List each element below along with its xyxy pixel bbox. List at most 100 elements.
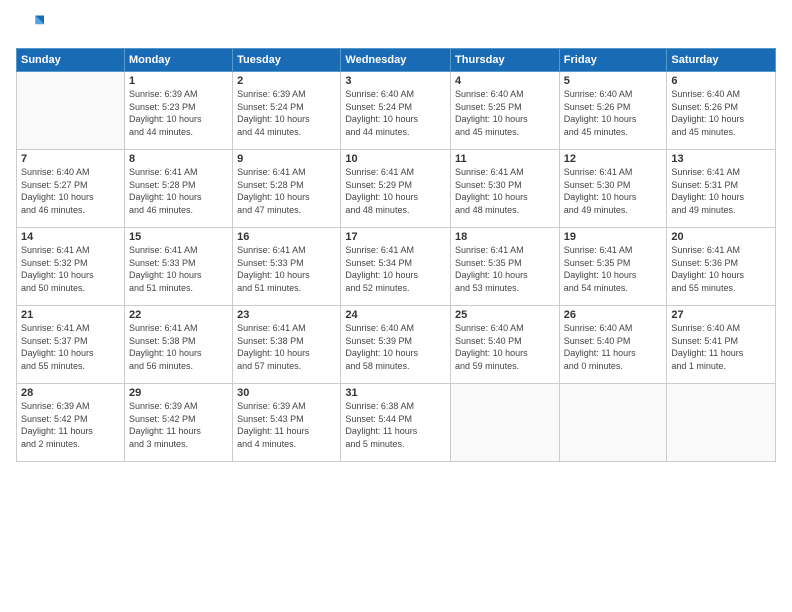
calendar-week-4: 21Sunrise: 6:41 AM Sunset: 5:37 PM Dayli… (17, 306, 776, 384)
day-number: 18 (455, 231, 555, 243)
day-info: Sunrise: 6:41 AM Sunset: 5:33 PM Dayligh… (129, 244, 228, 294)
calendar-cell: 17Sunrise: 6:41 AM Sunset: 5:34 PM Dayli… (341, 228, 451, 306)
calendar-cell (17, 72, 125, 150)
calendar-cell: 15Sunrise: 6:41 AM Sunset: 5:33 PM Dayli… (124, 228, 232, 306)
calendar-cell (559, 384, 667, 462)
calendar-cell: 31Sunrise: 6:38 AM Sunset: 5:44 PM Dayli… (341, 384, 451, 462)
logo-icon (16, 12, 44, 40)
day-header-monday: Monday (124, 49, 232, 72)
calendar-week-5: 28Sunrise: 6:39 AM Sunset: 5:42 PM Dayli… (17, 384, 776, 462)
day-number: 12 (564, 153, 663, 165)
calendar-cell: 28Sunrise: 6:39 AM Sunset: 5:42 PM Dayli… (17, 384, 125, 462)
day-header-friday: Friday (559, 49, 667, 72)
day-info: Sunrise: 6:40 AM Sunset: 5:39 PM Dayligh… (345, 322, 446, 372)
day-number: 28 (21, 387, 120, 399)
day-number: 2 (237, 75, 336, 87)
logo (16, 12, 48, 40)
day-number: 27 (671, 309, 771, 321)
day-number: 6 (671, 75, 771, 87)
day-info: Sunrise: 6:40 AM Sunset: 5:26 PM Dayligh… (564, 88, 663, 138)
day-info: Sunrise: 6:41 AM Sunset: 5:35 PM Dayligh… (455, 244, 555, 294)
day-number: 30 (237, 387, 336, 399)
calendar-header-row: SundayMondayTuesdayWednesdayThursdayFrid… (17, 49, 776, 72)
calendar-body: 1Sunrise: 6:39 AM Sunset: 5:23 PM Daylig… (17, 72, 776, 462)
calendar-cell: 16Sunrise: 6:41 AM Sunset: 5:33 PM Dayli… (233, 228, 341, 306)
day-number: 10 (345, 153, 446, 165)
day-info: Sunrise: 6:41 AM Sunset: 5:32 PM Dayligh… (21, 244, 120, 294)
calendar-cell: 18Sunrise: 6:41 AM Sunset: 5:35 PM Dayli… (451, 228, 560, 306)
day-number: 14 (21, 231, 120, 243)
day-info: Sunrise: 6:41 AM Sunset: 5:38 PM Dayligh… (129, 322, 228, 372)
day-info: Sunrise: 6:41 AM Sunset: 5:28 PM Dayligh… (237, 166, 336, 216)
calendar-cell: 30Sunrise: 6:39 AM Sunset: 5:43 PM Dayli… (233, 384, 341, 462)
day-number: 11 (455, 153, 555, 165)
calendar-cell: 21Sunrise: 6:41 AM Sunset: 5:37 PM Dayli… (17, 306, 125, 384)
day-header-wednesday: Wednesday (341, 49, 451, 72)
day-number: 5 (564, 75, 663, 87)
calendar-cell: 14Sunrise: 6:41 AM Sunset: 5:32 PM Dayli… (17, 228, 125, 306)
day-number: 13 (671, 153, 771, 165)
day-number: 1 (129, 75, 228, 87)
day-info: Sunrise: 6:41 AM Sunset: 5:38 PM Dayligh… (237, 322, 336, 372)
calendar-cell: 11Sunrise: 6:41 AM Sunset: 5:30 PM Dayli… (451, 150, 560, 228)
calendar-cell: 26Sunrise: 6:40 AM Sunset: 5:40 PM Dayli… (559, 306, 667, 384)
day-header-tuesday: Tuesday (233, 49, 341, 72)
day-number: 29 (129, 387, 228, 399)
day-info: Sunrise: 6:38 AM Sunset: 5:44 PM Dayligh… (345, 400, 446, 450)
day-number: 26 (564, 309, 663, 321)
calendar-cell (667, 384, 776, 462)
day-number: 15 (129, 231, 228, 243)
calendar-cell: 8Sunrise: 6:41 AM Sunset: 5:28 PM Daylig… (124, 150, 232, 228)
day-number: 4 (455, 75, 555, 87)
day-info: Sunrise: 6:40 AM Sunset: 5:26 PM Dayligh… (671, 88, 771, 138)
day-number: 31 (345, 387, 446, 399)
day-info: Sunrise: 6:39 AM Sunset: 5:42 PM Dayligh… (21, 400, 120, 450)
day-number: 9 (237, 153, 336, 165)
day-number: 19 (564, 231, 663, 243)
calendar-table: SundayMondayTuesdayWednesdayThursdayFrid… (16, 48, 776, 462)
day-info: Sunrise: 6:41 AM Sunset: 5:37 PM Dayligh… (21, 322, 120, 372)
calendar-cell: 6Sunrise: 6:40 AM Sunset: 5:26 PM Daylig… (667, 72, 776, 150)
day-info: Sunrise: 6:40 AM Sunset: 5:41 PM Dayligh… (671, 322, 771, 372)
calendar-week-1: 1Sunrise: 6:39 AM Sunset: 5:23 PM Daylig… (17, 72, 776, 150)
day-info: Sunrise: 6:39 AM Sunset: 5:43 PM Dayligh… (237, 400, 336, 450)
day-info: Sunrise: 6:41 AM Sunset: 5:35 PM Dayligh… (564, 244, 663, 294)
day-info: Sunrise: 6:41 AM Sunset: 5:33 PM Dayligh… (237, 244, 336, 294)
day-number: 23 (237, 309, 336, 321)
day-info: Sunrise: 6:40 AM Sunset: 5:25 PM Dayligh… (455, 88, 555, 138)
day-number: 17 (345, 231, 446, 243)
calendar-cell: 1Sunrise: 6:39 AM Sunset: 5:23 PM Daylig… (124, 72, 232, 150)
day-number: 22 (129, 309, 228, 321)
calendar-week-3: 14Sunrise: 6:41 AM Sunset: 5:32 PM Dayli… (17, 228, 776, 306)
day-info: Sunrise: 6:40 AM Sunset: 5:24 PM Dayligh… (345, 88, 446, 138)
day-info: Sunrise: 6:41 AM Sunset: 5:34 PM Dayligh… (345, 244, 446, 294)
day-number: 20 (671, 231, 771, 243)
calendar-cell: 4Sunrise: 6:40 AM Sunset: 5:25 PM Daylig… (451, 72, 560, 150)
day-number: 8 (129, 153, 228, 165)
calendar-cell: 22Sunrise: 6:41 AM Sunset: 5:38 PM Dayli… (124, 306, 232, 384)
day-info: Sunrise: 6:39 AM Sunset: 5:23 PM Dayligh… (129, 88, 228, 138)
calendar-cell: 24Sunrise: 6:40 AM Sunset: 5:39 PM Dayli… (341, 306, 451, 384)
day-info: Sunrise: 6:41 AM Sunset: 5:31 PM Dayligh… (671, 166, 771, 216)
day-number: 7 (21, 153, 120, 165)
day-info: Sunrise: 6:40 AM Sunset: 5:27 PM Dayligh… (21, 166, 120, 216)
calendar-cell: 23Sunrise: 6:41 AM Sunset: 5:38 PM Dayli… (233, 306, 341, 384)
day-info: Sunrise: 6:40 AM Sunset: 5:40 PM Dayligh… (455, 322, 555, 372)
calendar-cell (451, 384, 560, 462)
day-number: 21 (21, 309, 120, 321)
day-number: 3 (345, 75, 446, 87)
day-number: 16 (237, 231, 336, 243)
day-header-saturday: Saturday (667, 49, 776, 72)
calendar-cell: 20Sunrise: 6:41 AM Sunset: 5:36 PM Dayli… (667, 228, 776, 306)
day-info: Sunrise: 6:41 AM Sunset: 5:28 PM Dayligh… (129, 166, 228, 216)
calendar-cell: 12Sunrise: 6:41 AM Sunset: 5:30 PM Dayli… (559, 150, 667, 228)
day-info: Sunrise: 6:41 AM Sunset: 5:30 PM Dayligh… (455, 166, 555, 216)
calendar-cell: 3Sunrise: 6:40 AM Sunset: 5:24 PM Daylig… (341, 72, 451, 150)
calendar-cell: 10Sunrise: 6:41 AM Sunset: 5:29 PM Dayli… (341, 150, 451, 228)
calendar-cell: 25Sunrise: 6:40 AM Sunset: 5:40 PM Dayli… (451, 306, 560, 384)
day-number: 24 (345, 309, 446, 321)
day-info: Sunrise: 6:39 AM Sunset: 5:42 PM Dayligh… (129, 400, 228, 450)
calendar-cell: 27Sunrise: 6:40 AM Sunset: 5:41 PM Dayli… (667, 306, 776, 384)
day-info: Sunrise: 6:40 AM Sunset: 5:40 PM Dayligh… (564, 322, 663, 372)
day-info: Sunrise: 6:41 AM Sunset: 5:30 PM Dayligh… (564, 166, 663, 216)
